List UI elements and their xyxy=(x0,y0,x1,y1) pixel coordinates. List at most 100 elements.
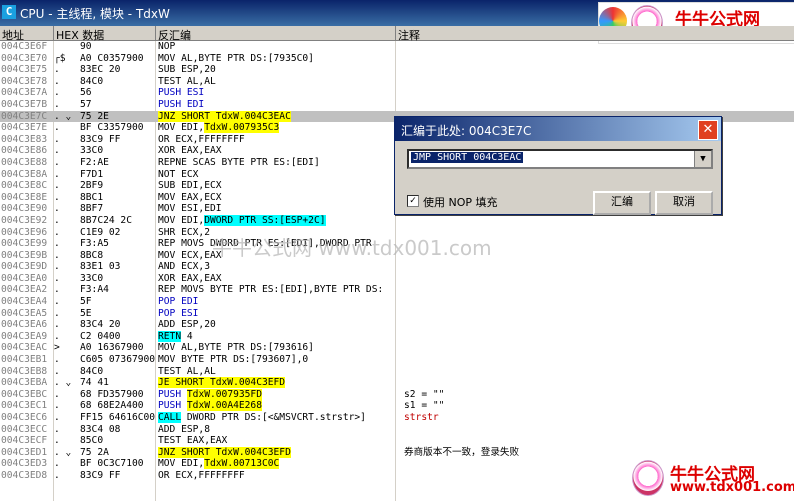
hex-cell: 83E1 03 xyxy=(80,261,121,273)
table-row[interactable]: 004C3EC6. FF15 64616C00 CALL DWORD PTR DS:… xyxy=(0,412,794,424)
assemble-button[interactable]: 汇编 xyxy=(593,191,651,215)
hex-cell: F2:AE xyxy=(80,156,109,168)
table-row[interactable]: 004C3EA9. C2 0400 RETN 4 xyxy=(0,330,794,343)
table-row[interactable]: 004C3E7B. 57 PUSH EDI xyxy=(0,99,794,111)
table-row[interactable]: 004C3EA0. 33C0 XOR EAX,EAX xyxy=(0,273,794,285)
disasm-token: TEST AL,AL xyxy=(158,365,216,377)
jump-marker: . xyxy=(54,296,60,308)
table-row[interactable]: 004C3ECC. 83C4 08 ADD ESP,8 xyxy=(0,424,794,436)
table-row[interactable]: 004C3E92. 8B7C24 2C MOV EDI,DWORD PTR SS:[… xyxy=(0,214,794,227)
address-cell: 004C3EBA xyxy=(1,377,48,389)
table-row[interactable]: 004C3EC1. 68 68E2A400 PUSH TdxW.00A4E268 s1… xyxy=(0,400,794,412)
table-row[interactable]: 004C3E75. 83EC 20 SUB ESP,20 xyxy=(0,64,794,76)
comment-cell: strstr xyxy=(404,412,439,423)
disasm-token: PUSH xyxy=(158,388,187,400)
nop-fill-checkbox[interactable]: ✓ xyxy=(407,195,419,207)
disasm-token: TEST EAX,EAX xyxy=(158,435,228,447)
disasm-token: JNZ SHORT TdxW.004C3EAC xyxy=(158,110,291,122)
disasm-token: AND ECX,3 xyxy=(158,261,210,273)
disasm-cell: REP MOVS BYTE PTR ES:[EDI],BYTE PTR DS: xyxy=(158,284,383,296)
address-cell: 004C3EA5 xyxy=(1,307,48,319)
hex-cell: C1E9 02 xyxy=(80,226,121,238)
hex-cell: 56 xyxy=(80,87,92,99)
hex-cell: C605 07367900 xyxy=(80,354,156,366)
header-divider[interactable] xyxy=(155,26,156,40)
disasm-token: OR ECX,FFFFFFFF xyxy=(158,133,245,145)
disasm-token: DWORD PTR SS:[ESP+2C] xyxy=(204,214,326,226)
address-cell: 004C3E8E xyxy=(1,191,48,203)
disasm-token: PUSH EDI xyxy=(158,98,205,110)
disasm-cell: TEST AL,AL xyxy=(158,366,216,378)
chevron-down-icon[interactable]: ▼ xyxy=(694,151,711,167)
disasm-cell: POP EDI xyxy=(158,296,198,308)
jump-marker: . xyxy=(54,330,60,342)
jump-marker: > xyxy=(54,342,60,354)
jump-marker: . xyxy=(54,423,60,435)
table-row[interactable]: 004C3EA6. 83C4 20 ADD ESP,20 xyxy=(0,319,794,331)
disasm-cell: JE SHORT TdxW.004C3EFD xyxy=(158,377,286,389)
watermark-bottom: 牛牛公式网 www.tdx001.com xyxy=(628,458,794,498)
table-row[interactable]: 004C3ED1 . ⌄ 75 2A JNZ SHORT TdxW.004C3EFD 券… xyxy=(0,446,794,459)
address-cell: 004C3E9D xyxy=(1,261,48,273)
disasm-token: NOT ECX xyxy=(158,168,199,180)
address-cell: 004C3E8C xyxy=(1,180,48,192)
disasm-cell: MOV EAX,ECX xyxy=(158,192,222,204)
disasm-cell: NOP xyxy=(158,41,175,53)
hex-cell: 83C4 20 xyxy=(80,319,121,331)
disasm-cell: MOV AL,BYTE PTR DS:[793616] xyxy=(158,342,314,354)
close-icon[interactable]: ✕ xyxy=(698,120,718,140)
header-divider[interactable] xyxy=(53,26,54,40)
table-row[interactable]: 004C3ECF. 85C0 TEST EAX,EAX xyxy=(0,435,794,447)
assemble-input[interactable]: JMP SHORT 004C3EAC ▼ xyxy=(407,149,713,169)
disasm-token: REP MOVS BYTE PTR ES:[EDI],BYTE PTR DS: xyxy=(158,284,384,296)
hex-cell: 8B7C24 2C xyxy=(80,214,132,226)
table-row[interactable]: 004C3EBA . ⌄ 74 41 JE SHORT TdxW.004C3EFD xyxy=(0,377,794,389)
jump-marker: . xyxy=(54,261,60,273)
table-row[interactable]: 004C3EB8. 84C0 TEST AL,AL xyxy=(0,366,794,378)
address-cell: 004C3EA6 xyxy=(1,319,48,331)
disasm-token: ADD ESP,20 xyxy=(158,319,216,331)
jump-marker: . ⌄ xyxy=(54,446,72,458)
disasm-cell: XOR EAX,EAX xyxy=(158,145,222,157)
disasm-token: TdxW.00A4E268 xyxy=(186,400,262,412)
disasm-cell: NOT ECX xyxy=(158,169,198,181)
cancel-button[interactable]: 取消 xyxy=(655,191,713,215)
cow-mascot-icon xyxy=(632,460,664,496)
address-cell: 004C3E7A xyxy=(1,87,48,99)
jump-marker: . xyxy=(54,133,60,145)
disassembly-list[interactable]: 004C3E6F 90 NOP 004C3E70 ┌$ A0 C0357900 MOV AL… xyxy=(0,41,794,482)
disasm-token: OR ECX,FFFFFFFF xyxy=(158,469,245,481)
address-cell: 004C3E86 xyxy=(1,145,48,157)
disasm-cell: MOV AL,BYTE PTR DS:[7935C0] xyxy=(158,53,314,65)
table-row[interactable]: 004C3EAC > A0 16367900 MOV AL,BYTE PTR DS:[… xyxy=(0,342,794,354)
address-cell: 004C3E90 xyxy=(1,203,48,215)
table-row[interactable]: 004C3E9D. 83E1 03 AND ECX,3 xyxy=(0,261,794,273)
table-row[interactable]: 004C3E78. 84C0 TEST AL,AL xyxy=(0,76,794,88)
table-row[interactable]: 004C3E6F 90 NOP xyxy=(0,41,794,53)
table-row[interactable]: 004C3EA2. F3:A4 REP MOVS BYTE PTR ES:[EDI]… xyxy=(0,284,794,296)
address-cell: 004C3EBC xyxy=(1,388,48,400)
table-row[interactable]: 004C3E7A. 56 PUSH ESI xyxy=(0,87,794,99)
disasm-token: MOV EDI, xyxy=(158,214,205,226)
table-row[interactable]: 004C3EA4. 5F POP EDI xyxy=(0,296,794,308)
hex-cell: A0 16367900 xyxy=(80,342,144,354)
disasm-cell: MOV ESI,EDI xyxy=(158,203,222,215)
address-cell: 004C3E7B xyxy=(1,98,48,110)
table-row[interactable]: 004C3EB1. C605 07367900 MOV BYTE PTR DS:[7… xyxy=(0,354,794,366)
table-row[interactable]: 004C3EA5. 5E POP ESI xyxy=(0,308,794,320)
hex-cell: 8BC8 xyxy=(80,249,104,261)
jump-marker: . xyxy=(54,400,60,412)
disasm-cell: RETN 4 xyxy=(158,330,193,343)
disasm-token: POP EDI xyxy=(158,296,199,308)
jump-marker: . xyxy=(54,388,60,400)
hex-cell: 84C0 xyxy=(80,75,104,87)
header-divider[interactable] xyxy=(395,26,396,40)
assemble-input-value[interactable]: JMP SHORT 004C3EAC xyxy=(411,152,524,163)
disasm-token: PUSH xyxy=(158,400,187,412)
disasm-token: TEST AL,AL xyxy=(158,75,216,87)
address-cell: 004C3E78 xyxy=(1,75,48,87)
disasm-token: MOV EAX,ECX xyxy=(158,191,222,203)
disasm-cell: TEST AL,AL xyxy=(158,76,216,88)
table-row[interactable]: 004C3EBC. 68 FD357900 PUSH TdxW.007935FD s2… xyxy=(0,388,794,401)
table-row[interactable]: 004C3E70 ┌$ A0 C0357900 MOV AL,BYTE PTR DS:… xyxy=(0,53,794,65)
